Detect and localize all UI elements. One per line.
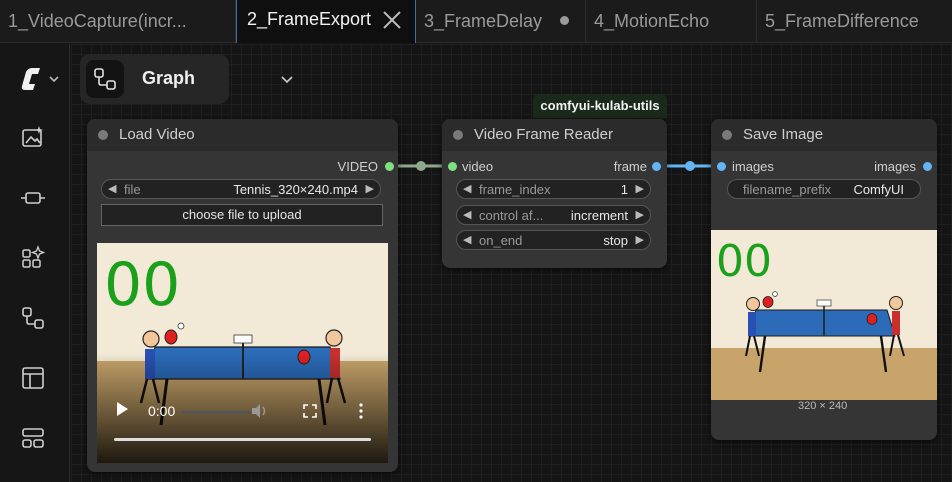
arrow-right-icon[interactable]: ▶ <box>636 208 644 221</box>
frame-counter: 00 <box>716 236 772 287</box>
fullscreen-icon[interactable] <box>303 404 317 418</box>
progress-track[interactable] <box>181 411 251 414</box>
arrow-left-icon[interactable]: ◀ <box>108 182 116 195</box>
frame-output-slot[interactable] <box>652 162 661 171</box>
control-after-generate-select[interactable]: ◀ control af... increment ▶ <box>456 205 651 225</box>
load-video-node[interactable]: Load Video VIDEO ◀ file Tennis_320×240.m… <box>87 119 398 472</box>
save-image-node[interactable]: Save Image images images filename_prefix… <box>711 119 937 440</box>
node-title: Save Image <box>743 126 824 143</box>
collapse-dot-icon[interactable] <box>453 130 463 140</box>
link-midpoint[interactable] <box>685 161 695 171</box>
arrow-left-icon[interactable]: ◀ <box>463 208 471 221</box>
saved-image-preview[interactable]: 00 <box>711 230 937 400</box>
images-input-slot[interactable] <box>717 162 726 171</box>
widget-value: ComfyUI <box>853 182 904 197</box>
widget-value: Tennis_320×240.mp4 <box>233 182 358 197</box>
arrow-right-icon[interactable]: ▶ <box>366 182 374 195</box>
input-label: images <box>732 159 774 174</box>
frame-counter: 00 <box>104 250 181 320</box>
widget-label: on_end <box>479 233 523 248</box>
node-title: Load Video <box>119 126 195 143</box>
more-options-icon[interactable] <box>358 403 364 419</box>
output-label: VIDEO <box>337 159 378 174</box>
video-frame-reader-node[interactable]: Video Frame Reader video frame ◀ frame_i… <box>442 119 667 268</box>
video-output-slot[interactable] <box>385 162 394 171</box>
upload-button[interactable]: choose file to upload <box>101 204 383 226</box>
link-midpoint[interactable] <box>416 161 426 171</box>
node-badge: comfyui-kulab-utils <box>533 94 667 118</box>
file-select[interactable]: ◀ file Tennis_320×240.mp4 ▶ <box>101 179 381 199</box>
collapse-dot-icon[interactable] <box>98 130 108 140</box>
arrow-right-icon[interactable]: ▶ <box>636 233 644 246</box>
widget-label: control af... <box>479 208 544 223</box>
frame-index-stepper[interactable]: ◀ frame_index 1 ▶ <box>456 179 651 199</box>
widget-label: filename_prefix <box>743 182 832 197</box>
node-title-bar[interactable]: Load Video <box>87 119 398 151</box>
node-title-bar[interactable]: Save Image <box>711 119 937 151</box>
widget-value: stop <box>603 233 628 248</box>
filename-prefix-field[interactable]: filename_prefix ComfyUI <box>727 179 921 199</box>
output-label: frame <box>613 159 647 174</box>
image-dimensions: 320 × 240 <box>798 400 848 412</box>
video-time: 0:00 <box>148 403 176 419</box>
node-title-bar[interactable]: Video Frame Reader <box>442 119 667 151</box>
video-input-slot[interactable] <box>448 162 457 171</box>
widget-label: file <box>124 182 141 197</box>
arrow-left-icon[interactable]: ◀ <box>463 182 471 195</box>
on-end-select[interactable]: ◀ on_end stop ▶ <box>456 230 651 250</box>
collapse-dot-icon[interactable] <box>722 130 732 140</box>
arrow-left-icon[interactable]: ◀ <box>463 233 471 246</box>
seek-bar[interactable] <box>114 438 371 441</box>
play-icon[interactable] <box>117 402 128 416</box>
widget-value: increment <box>570 208 628 223</box>
input-label: video <box>462 159 494 174</box>
node-title: Video Frame Reader <box>474 126 613 143</box>
widget-label: frame_index <box>479 182 551 197</box>
widget-value: 1 <box>620 182 628 197</box>
arrow-right-icon[interactable]: ▶ <box>636 182 644 195</box>
output-label: images <box>874 159 916 174</box>
video-preview[interactable]: 00 0:00 <box>97 243 388 463</box>
images-output-slot[interactable] <box>923 162 932 171</box>
volume-icon[interactable] <box>250 403 268 419</box>
